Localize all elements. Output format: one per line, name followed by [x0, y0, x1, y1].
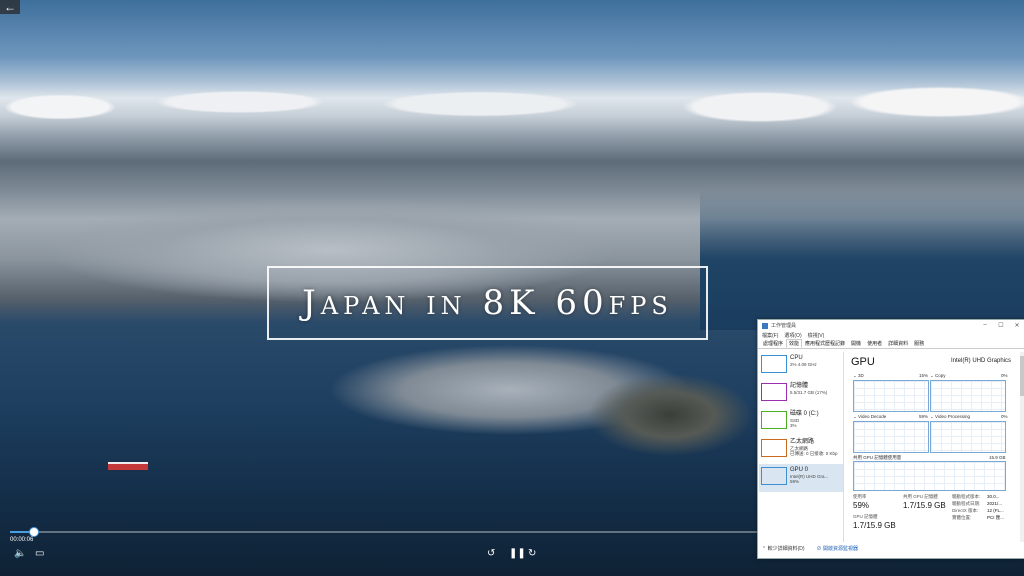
gpu-panel: GPU Intel(R) UHD Graphics ⌄ 3D 15% ⌄ Cop… — [851, 356, 1011, 541]
driver-version-value: 30.0... — [987, 494, 1000, 499]
scrollbar[interactable] — [1020, 352, 1024, 542]
forward-30-icon[interactable]: ↻ — [528, 549, 536, 559]
tab-processes[interactable]: 處理程序 — [760, 339, 786, 348]
directx-label: DirectX 版本: — [952, 508, 979, 513]
back-arrow-icon[interactable]: ← — [0, 0, 20, 14]
graph-3d[interactable] — [853, 380, 929, 412]
sidebar-item-gpu[interactable]: GPU 0 Intel(R) UHD Gra... 59% — [759, 464, 843, 492]
tab-details[interactable]: 詳細資料 — [885, 339, 911, 348]
clouds — [0, 82, 1024, 132]
sidebar-item-memory[interactable]: 記憶體 5.5/31.7 GB (17%) — [759, 380, 843, 408]
task-manager-icon — [762, 322, 768, 329]
menu-view[interactable]: 檢視(V) — [808, 332, 825, 339]
maximize-button[interactable]: ☐ — [993, 322, 1009, 329]
memory-thumbnail — [761, 383, 787, 401]
tab-startup[interactable]: 開機 — [848, 339, 864, 348]
sidebar-item-sub2: 59% — [790, 479, 800, 484]
menu-bar: 檔案(F) 選項(O) 檢視(V) — [758, 331, 1024, 339]
ethernet-thumbnail — [761, 439, 787, 457]
performance-sidebar: CPU 2% 4.09 GHz 記憶體 5.5/31.7 GB (17%) 磁碟… — [759, 352, 844, 542]
gpu-mem-label: GPU 記憶體 — [853, 514, 878, 519]
gpu-thumbnail — [761, 467, 787, 485]
pause-icon[interactable]: ❚❚ — [509, 549, 526, 559]
graph-copy[interactable] — [930, 380, 1006, 412]
graph-pct-video-processing: 0% — [1001, 414, 1008, 419]
task-manager-window[interactable]: 工作管理員 – ☐ ✕ 檔案(F) 選項(O) 檢視(V) 處理程序 效能 應用… — [757, 319, 1024, 559]
location-label: 實體位置: — [952, 515, 972, 520]
minimize-button[interactable]: – — [977, 322, 993, 329]
window-title: 工作管理員 — [771, 323, 797, 329]
graph-pct-3d: 15% — [919, 373, 929, 378]
cpu-thumbnail — [761, 355, 787, 373]
sidebar-item-disk[interactable]: 磁碟 0 (C:) SSD 3% — [759, 408, 843, 436]
shared-mem-label: 共用 GPU 記憶體 — [903, 494, 938, 499]
gpu-mem-value: 1.7/15.9 GB — [853, 521, 896, 530]
sidebar-item-sub: 2% 4.09 GHz — [790, 362, 817, 367]
video-title-overlay: Japan in 8K 60fps — [267, 266, 708, 340]
tab-users[interactable]: 使用者 — [864, 339, 885, 348]
sidebar-item-sub: 5.5/31.7 GB (17%) — [790, 390, 828, 395]
open-resource-monitor-link[interactable]: ⊘ 開啟資源監視器 — [817, 545, 858, 552]
directx-value: 12 (FL... — [987, 508, 1004, 513]
sidebar-item-label: 乙太網路 — [790, 439, 815, 445]
fewer-details-button[interactable]: ⌃ 較少詳細資料(D) — [762, 545, 805, 552]
menu-options[interactable]: 選項(O) — [784, 332, 801, 339]
shared-memory-graph-max: 15.9 GB — [989, 455, 1006, 460]
sidebar-item-sub2: 已傳送: 0 已接收: 0 Kbp — [790, 451, 838, 456]
graph-pct-copy: 0% — [1001, 373, 1008, 378]
gpu-model: Intel(R) UHD Graphics — [950, 358, 1011, 364]
graph-label-video-decode: ⌄ Video Decode — [853, 414, 887, 419]
driver-date-value: 2021/... — [987, 501, 1003, 506]
title-bar: 工作管理員 – ☐ ✕ — [758, 320, 1024, 331]
current-time: 00:00:06 — [10, 537, 34, 543]
location-value: PCI 匯... — [987, 515, 1005, 520]
graph-label-3d: ⌄ 3D — [853, 373, 864, 378]
sidebar-item-sub2: 3% — [790, 423, 797, 428]
footer: ⌃ 較少詳細資料(D) ⊘ 開啟資源監視器 — [762, 545, 858, 552]
usage-label: 使用率 — [853, 494, 867, 499]
graph-shared-memory[interactable] — [853, 461, 1006, 491]
menu-file[interactable]: 檔案(F) — [762, 332, 778, 339]
volume-icon[interactable]: 🔈 — [14, 549, 26, 559]
ship — [108, 462, 148, 470]
tab-services[interactable]: 服務 — [911, 339, 927, 348]
close-button[interactable]: ✕ — [1009, 322, 1024, 329]
tab-bar: 處理程序 效能 應用程式歷程記錄 開機 使用者 詳細資料 服務 — [758, 339, 1024, 349]
graph-video-decode[interactable] — [853, 421, 929, 453]
graph-pct-video-decode: 59% — [919, 414, 929, 419]
seek-bar[interactable] — [10, 527, 760, 537]
disk-thumbnail — [761, 411, 787, 429]
hill — [540, 360, 760, 470]
graph-video-processing[interactable] — [930, 421, 1006, 453]
rewind-10-icon[interactable]: ↺ — [487, 549, 495, 559]
driver-version-label: 驅動程式版本: — [952, 494, 981, 499]
usage-value: 59% — [853, 501, 870, 510]
sidebar-item-label: GPU 0 — [790, 467, 809, 473]
seek-bar-thumb[interactable] — [28, 527, 39, 537]
graph-label-video-processing: ⌄ Video Processing — [930, 414, 970, 419]
sidebar-item-label: 磁碟 0 (C:) — [790, 411, 819, 417]
captions-icon[interactable]: ▭ — [35, 549, 44, 559]
driver-date-label: 驅動程式日期: — [952, 501, 981, 506]
sidebar-item-ethernet[interactable]: 乙太網路 乙太網路 已傳送: 0 已接收: 0 Kbp — [759, 436, 843, 464]
sidebar-item-cpu[interactable]: CPU 2% 4.09 GHz — [759, 352, 843, 380]
scrollbar-thumb[interactable] — [1020, 356, 1024, 396]
sidebar-item-label: CPU — [790, 355, 803, 361]
tab-app-history[interactable]: 應用程式歷程記錄 — [802, 339, 848, 348]
sidebar-item-label: 記憶體 — [790, 383, 809, 389]
tab-performance[interactable]: 效能 — [786, 339, 803, 348]
shared-mem-value: 1.7/15.9 GB — [903, 501, 946, 510]
graph-label-copy: ⌄ Copy — [930, 373, 946, 378]
